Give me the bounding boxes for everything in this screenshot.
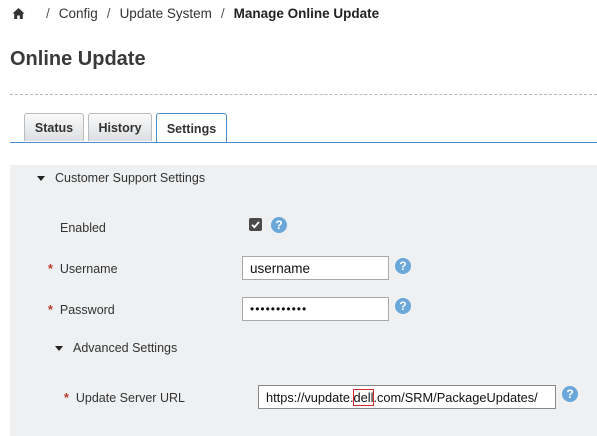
enabled-help-icon[interactable]: ? (271, 217, 287, 233)
breadcrumb-item-update-system[interactable]: Update System (120, 6, 212, 21)
breadcrumb-separator: / (106, 5, 111, 21)
password-help-icon[interactable]: ? (395, 298, 411, 314)
username-input[interactable]: username (242, 256, 389, 280)
breadcrumb-item-config[interactable]: Config (59, 6, 98, 21)
password-input[interactable]: ••••••••••• (242, 297, 389, 321)
enabled-checkbox[interactable] (249, 218, 262, 231)
advanced-settings-header: Advanced Settings (73, 341, 178, 355)
tab-underline (10, 142, 597, 143)
home-icon[interactable] (12, 7, 25, 20)
breadcrumb-current: Manage Online Update (233, 5, 380, 21)
username-label-row: * Username (48, 262, 118, 276)
password-label: Password (59, 303, 115, 317)
title-divider (10, 94, 597, 95)
password-label-row: * Password (48, 303, 115, 317)
customer-support-settings-header: Customer Support Settings (55, 171, 206, 185)
update-server-url-help-icon[interactable]: ? (562, 386, 578, 402)
breadcrumb-separator: / (220, 5, 225, 21)
update-server-url-label-row: * Update Server URL (64, 391, 185, 405)
breadcrumb: / Config / Update System / Manage Online… (12, 4, 379, 22)
url-prefix: https://vupdate. (266, 389, 354, 405)
update-server-url-input[interactable]: https://vupdate. dell .com/SRM/PackageUpda… (258, 385, 556, 409)
required-marker: * (64, 391, 69, 405)
required-marker: * (48, 262, 53, 276)
breadcrumb-separator: / (46, 5, 50, 21)
tab-status[interactable]: Status (24, 113, 84, 141)
username-help-icon[interactable]: ? (395, 258, 411, 274)
tab-settings[interactable]: Settings (156, 113, 227, 143)
url-highlighted-domain: dell (352, 388, 375, 406)
required-marker: * (48, 303, 53, 317)
customer-support-settings-toggle[interactable]: Customer Support Settings (37, 171, 205, 185)
update-server-url-label: Update Server URL (75, 391, 185, 405)
page-title: Online Update (10, 48, 146, 70)
tab-bar: Status History Settings (24, 113, 231, 143)
enabled-label: Enabled (60, 221, 106, 235)
check-icon (251, 221, 260, 229)
advanced-settings-toggle[interactable]: Advanced Settings (55, 341, 177, 355)
username-label: Username (59, 262, 118, 276)
url-suffix: .com/SRM/PackageUpdates/ (373, 389, 538, 405)
tab-history[interactable]: History (88, 113, 152, 141)
caret-down-icon (37, 175, 45, 181)
caret-down-icon (55, 345, 63, 351)
